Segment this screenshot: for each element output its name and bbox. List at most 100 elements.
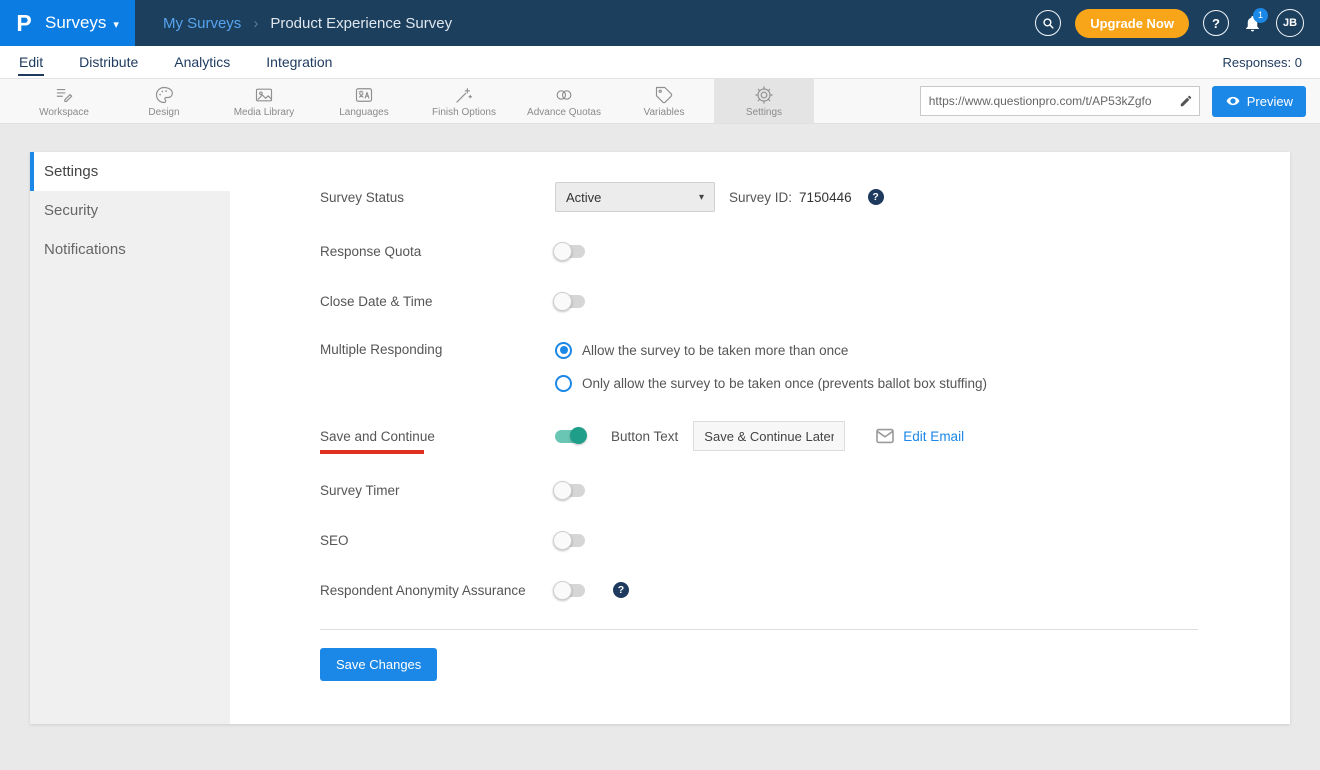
eye-icon	[1225, 94, 1241, 108]
chevron-down-icon: ▾	[113, 18, 119, 31]
response-quota-label: Response Quota	[320, 244, 555, 259]
breadcrumb-separator: ›	[253, 15, 258, 32]
responses-count: Responses: 0	[1223, 55, 1303, 70]
sidebar-item-settings[interactable]: Settings	[30, 152, 230, 191]
radio-option-label: Only allow the survey to be taken once (…	[582, 376, 987, 391]
multiple-responding-row: Multiple Responding Allow the survey to …	[320, 340, 1260, 393]
toolbar-item-label: Languages	[339, 107, 389, 118]
toolbar-item-languages[interactable]: Languages	[314, 79, 414, 123]
seo-label: SEO	[320, 533, 555, 548]
tab-distribute[interactable]: Distribute	[78, 48, 139, 76]
tab-edit[interactable]: Edit	[18, 48, 44, 76]
pencil-icon	[1179, 94, 1193, 108]
save-and-continue-row: Save and Continue Button Text Edit Email	[320, 421, 1260, 451]
design-palette-icon	[154, 85, 174, 105]
toolbar-item-label: Advance Quotas	[527, 107, 601, 118]
languages-icon	[354, 85, 374, 105]
radio-icon[interactable]	[555, 342, 572, 359]
media-library-icon	[254, 85, 274, 105]
toolbar-item-advance-quotas[interactable]: Advance Quotas	[514, 79, 614, 123]
product-name: Surveys	[45, 13, 106, 33]
survey-status-label: Survey Status	[320, 190, 555, 205]
edit-url-button[interactable]	[1173, 87, 1199, 115]
save-and-continue-label: Save and Continue	[320, 429, 555, 444]
tab-analytics[interactable]: Analytics	[173, 48, 231, 76]
response-quota-row: Response Quota	[320, 240, 1260, 262]
toolbar-item-finish-options[interactable]: Finish Options	[414, 79, 514, 123]
settings-gear-icon	[754, 85, 774, 105]
search-button[interactable]	[1035, 10, 1061, 36]
upgrade-button[interactable]: Upgrade Now	[1075, 9, 1189, 38]
radio-icon[interactable]	[555, 375, 572, 392]
chevron-down-icon: ▾	[699, 192, 704, 203]
breadcrumb-my-surveys[interactable]: My Surveys	[163, 15, 241, 32]
settings-card: Settings Security Notifications Survey S…	[30, 152, 1290, 724]
sidebar-item-notifications[interactable]: Notifications	[30, 230, 230, 269]
button-text-input[interactable]	[693, 421, 845, 451]
workspace-icon	[54, 85, 74, 105]
avatar[interactable]: JB	[1276, 9, 1304, 37]
save-changes-button[interactable]: Save Changes	[320, 648, 437, 681]
toolbar-item-variables[interactable]: Variables	[614, 79, 714, 123]
close-date-label: Close Date & Time	[320, 294, 555, 309]
survey-timer-row: Survey Timer	[320, 479, 1260, 501]
toolbar-item-label: Media Library	[234, 107, 295, 118]
preview-button[interactable]: Preview	[1212, 86, 1306, 117]
notification-badge: 1	[1253, 8, 1268, 23]
toolbar-right: Preview	[920, 79, 1320, 123]
respondent-anonymity-row: Respondent Anonymity Assurance ?	[320, 579, 1260, 601]
toolbar-item-label: Finish Options	[432, 107, 496, 118]
help-button[interactable]: ?	[1203, 10, 1229, 36]
notifications-button[interactable]: 1	[1243, 14, 1262, 33]
settings-sidebar: Settings Security Notifications	[30, 152, 230, 724]
survey-id-help-icon[interactable]: ?	[868, 189, 884, 205]
toolbar-item-label: Design	[148, 107, 179, 118]
topbar-actions: Upgrade Now ? 1 JB	[1035, 9, 1320, 38]
survey-nav-bar: Edit Distribute Analytics Integration Re…	[0, 46, 1320, 79]
advance-quotas-icon	[554, 85, 574, 105]
close-date-row: Close Date & Time	[320, 290, 1260, 312]
questionpro-logo: P	[10, 9, 38, 37]
survey-tabs: Edit Distribute Analytics Integration	[18, 46, 333, 78]
multiple-responding-options: Allow the survey to be taken more than o…	[555, 340, 987, 393]
product-switcher[interactable]: P Surveys ▾	[0, 0, 135, 46]
survey-timer-toggle[interactable]	[555, 484, 585, 497]
survey-url-input[interactable]	[921, 94, 1173, 108]
form-divider	[320, 629, 1198, 630]
seo-toggle[interactable]	[555, 534, 585, 547]
radio-option-multiple[interactable]: Allow the survey to be taken more than o…	[555, 340, 987, 360]
survey-status-select[interactable]: Active ▾	[555, 182, 715, 212]
respondent-anonymity-help-icon[interactable]: ?	[613, 582, 629, 598]
respondent-anonymity-toggle[interactable]	[555, 584, 585, 597]
close-date-toggle[interactable]	[555, 295, 585, 308]
toolbar-item-label: Settings	[746, 107, 782, 118]
toolbar-item-label: Workspace	[39, 107, 89, 118]
button-text-label: Button Text	[611, 429, 678, 444]
finish-options-wand-icon	[454, 85, 474, 105]
radio-option-label: Allow the survey to be taken more than o…	[582, 343, 848, 358]
toolbar-item-workspace[interactable]: Workspace	[14, 79, 114, 123]
question-icon: ?	[1212, 16, 1220, 31]
main-content: Settings Security Notifications Survey S…	[0, 124, 1320, 724]
toolbar-item-media-library[interactable]: Media Library	[214, 79, 314, 123]
respondent-anonymity-label: Respondent Anonymity Assurance	[320, 583, 555, 598]
response-quota-toggle[interactable]	[555, 245, 585, 258]
sidebar-item-security[interactable]: Security	[30, 191, 230, 230]
topbar: P Surveys ▾ My Surveys › Product Experie…	[0, 0, 1320, 46]
edit-email-link[interactable]: Edit Email	[903, 429, 964, 444]
survey-timer-label: Survey Timer	[320, 483, 555, 498]
variables-tag-icon	[654, 85, 674, 105]
edit-toolbar: Workspace Design Media Library Languages…	[0, 79, 1320, 124]
save-and-continue-toggle[interactable]	[555, 430, 585, 443]
toolbar-item-settings[interactable]: Settings	[714, 79, 814, 123]
tab-integration[interactable]: Integration	[265, 48, 333, 76]
breadcrumb-survey-title: Product Experience Survey	[270, 15, 452, 32]
radio-option-once[interactable]: Only allow the survey to be taken once (…	[555, 373, 987, 393]
email-icon	[875, 428, 895, 444]
toolbar-item-design[interactable]: Design	[114, 79, 214, 123]
seo-row: SEO	[320, 529, 1260, 551]
multiple-responding-label: Multiple Responding	[320, 342, 555, 357]
survey-id-value: 7150446	[799, 190, 852, 205]
settings-form: Survey Status Active ▾ Survey ID: 715044…	[230, 152, 1290, 724]
breadcrumb: My Surveys › Product Experience Survey	[163, 15, 452, 32]
